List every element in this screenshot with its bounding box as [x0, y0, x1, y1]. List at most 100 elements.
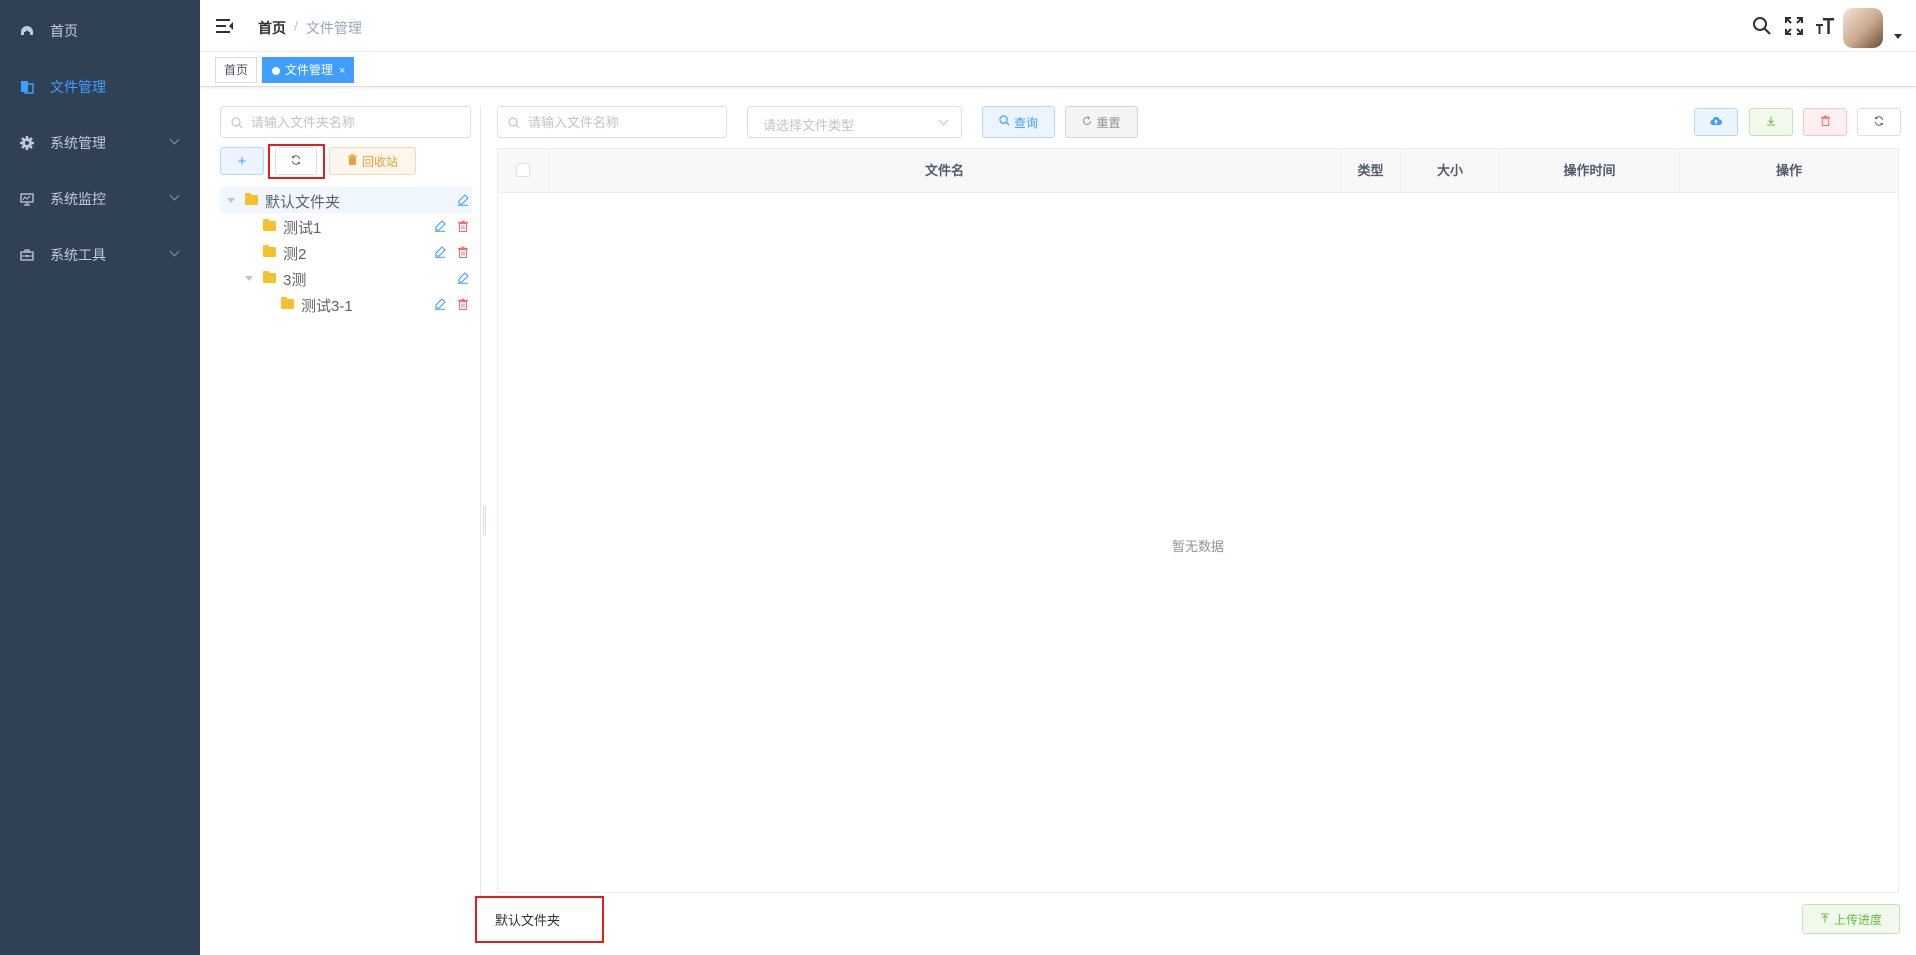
download-button[interactable] — [1749, 108, 1793, 136]
file-search-input[interactable] — [528, 107, 716, 137]
sidebar-item-system-management[interactable]: 系统管理 — [0, 115, 200, 171]
sidebar-item-system-tools[interactable]: 系统工具 — [0, 227, 200, 283]
tree-node[interactable]: 默认文件夹 — [220, 187, 472, 213]
sidebar-item-label: 文件管理 — [50, 79, 106, 95]
breadcrumb-home[interactable]: 首页 — [258, 18, 286, 38]
edit-icon[interactable] — [434, 219, 446, 232]
sidebar-item-file-management[interactable]: 文件管理 — [0, 59, 200, 115]
delete-icon[interactable] — [457, 297, 469, 311]
upload-progress-button[interactable]: 上传进度 — [1802, 904, 1900, 934]
edit-icon[interactable] — [457, 271, 469, 284]
chevron-down-icon — [938, 115, 949, 126]
caret-down-icon[interactable] — [245, 276, 253, 281]
sidebar-item-label: 系统管理 — [50, 135, 106, 151]
caret-down-icon[interactable] — [227, 198, 235, 203]
caret-down-icon[interactable] — [1894, 34, 1902, 39]
add-folder-button[interactable]: + — [220, 147, 264, 175]
file-type-placeholder: 请选择文件类型 — [763, 118, 855, 133]
tree-node-label: 测试1 — [283, 220, 322, 237]
file-icon — [20, 80, 34, 94]
sidebar-item-label: 首页 — [50, 23, 78, 39]
recycle-label: 回收站 — [361, 154, 398, 169]
refresh-files-button[interactable] — [1857, 108, 1901, 136]
folder-search-input[interactable] — [251, 107, 460, 137]
search-icon — [231, 116, 243, 129]
close-icon[interactable]: × — [339, 65, 345, 77]
select-all-cell — [498, 149, 549, 193]
file-search-field[interactable] — [497, 106, 727, 138]
tree-node[interactable]: 3测 — [220, 265, 472, 291]
folder-icon — [263, 219, 276, 231]
column-header-name[interactable]: 文件名 — [549, 149, 1341, 193]
dashboard-icon — [20, 24, 34, 38]
tag-file-management[interactable]: 文件管理 × — [262, 57, 355, 83]
edit-icon[interactable] — [434, 245, 446, 258]
sidebar: 首页 文件管理 系统管理 系统监控 系统工具 — [0, 0, 200, 955]
folder-icon — [281, 297, 294, 309]
tags-view: 首页 文件管理 × — [200, 53, 1916, 87]
tree-node[interactable]: 测试1 — [220, 213, 472, 239]
resize-handle[interactable] — [483, 506, 486, 536]
folder-icon — [245, 193, 258, 205]
column-header-actions: 操作 — [1775, 163, 1802, 178]
tree-node-label: 3测 — [283, 272, 307, 289]
table-header: 文件名 类型 大小 操作时间 操作 — [498, 149, 1898, 193]
highlight-frame — [268, 144, 325, 179]
sidebar-item-home[interactable]: 首页 — [0, 3, 200, 59]
tag-home[interactable]: 首页 — [215, 57, 258, 83]
fullscreen-icon[interactable] — [1784, 16, 1804, 36]
panel-divider — [480, 106, 481, 896]
reset-label: 重置 — [1096, 115, 1121, 130]
query-button[interactable]: 查询 — [982, 106, 1055, 138]
delete-icon[interactable] — [457, 245, 469, 259]
sidebar-item-system-monitor[interactable]: 系统监控 — [0, 171, 200, 227]
edit-icon[interactable] — [434, 297, 446, 310]
column-header-time[interactable]: 操作时间 — [1500, 149, 1680, 193]
sidebar-item-label: 系统监控 — [50, 191, 106, 207]
hamburger-icon[interactable] — [216, 18, 234, 34]
delete-icon[interactable] — [457, 219, 469, 233]
refresh-icon — [1874, 115, 1884, 129]
query-label: 查询 — [1013, 115, 1038, 130]
add-label: + — [237, 152, 247, 170]
tree-node-label: 默认文件夹 — [265, 194, 341, 211]
folder-icon — [263, 245, 276, 257]
chevron-down-icon — [169, 134, 180, 145]
toolbox-icon — [20, 248, 34, 262]
tree-node[interactable]: 测试3-1 — [220, 291, 472, 317]
font-size-icon[interactable] — [1815, 16, 1835, 36]
folder-icon — [263, 271, 276, 283]
navbar: 首页 / 文件管理 — [200, 0, 1916, 52]
upload-button[interactable] — [1694, 108, 1738, 136]
file-table: 文件名 类型 大小 操作时间 操作 暂无数据 — [497, 148, 1899, 893]
breadcrumb: 首页 / 文件管理 — [258, 18, 362, 38]
right-menu — [1716, 0, 1916, 52]
tag-label: 文件管理 — [285, 63, 334, 77]
select-all-checkbox[interactable] — [516, 163, 530, 177]
refresh-icon — [1082, 115, 1092, 129]
chevron-down-icon — [169, 190, 180, 201]
folder-search-field[interactable] — [220, 106, 471, 138]
column-header-type[interactable]: 类型 — [1341, 149, 1401, 193]
trash-icon — [347, 154, 358, 168]
monitor-icon — [20, 192, 34, 206]
delete-files-button[interactable] — [1803, 108, 1847, 136]
reset-button[interactable]: 重置 — [1065, 106, 1138, 138]
empty-state-text: 暂无数据 — [1171, 539, 1224, 554]
tree-node[interactable]: 测2 — [220, 239, 472, 265]
avatar[interactable] — [1843, 8, 1883, 48]
search-icon[interactable] — [1752, 16, 1772, 36]
sidebar-item-label: 系统工具 — [50, 247, 106, 263]
highlight-frame — [475, 896, 604, 943]
delete-icon — [1820, 115, 1831, 129]
edit-icon[interactable] — [457, 193, 469, 206]
cloud-upload-icon — [1710, 115, 1723, 129]
tree-node-label: 测试3-1 — [301, 298, 353, 315]
recycle-bin-button[interactable]: 回收站 — [329, 147, 416, 175]
column-header-size[interactable]: 大小 — [1401, 149, 1500, 193]
search-icon — [508, 116, 520, 129]
file-type-select[interactable]: 请选择文件类型 — [747, 106, 962, 138]
upload-progress-label: 上传进度 — [1833, 912, 1882, 927]
upload-arrow-icon — [1820, 912, 1830, 926]
tag-label: 首页 — [224, 63, 249, 77]
